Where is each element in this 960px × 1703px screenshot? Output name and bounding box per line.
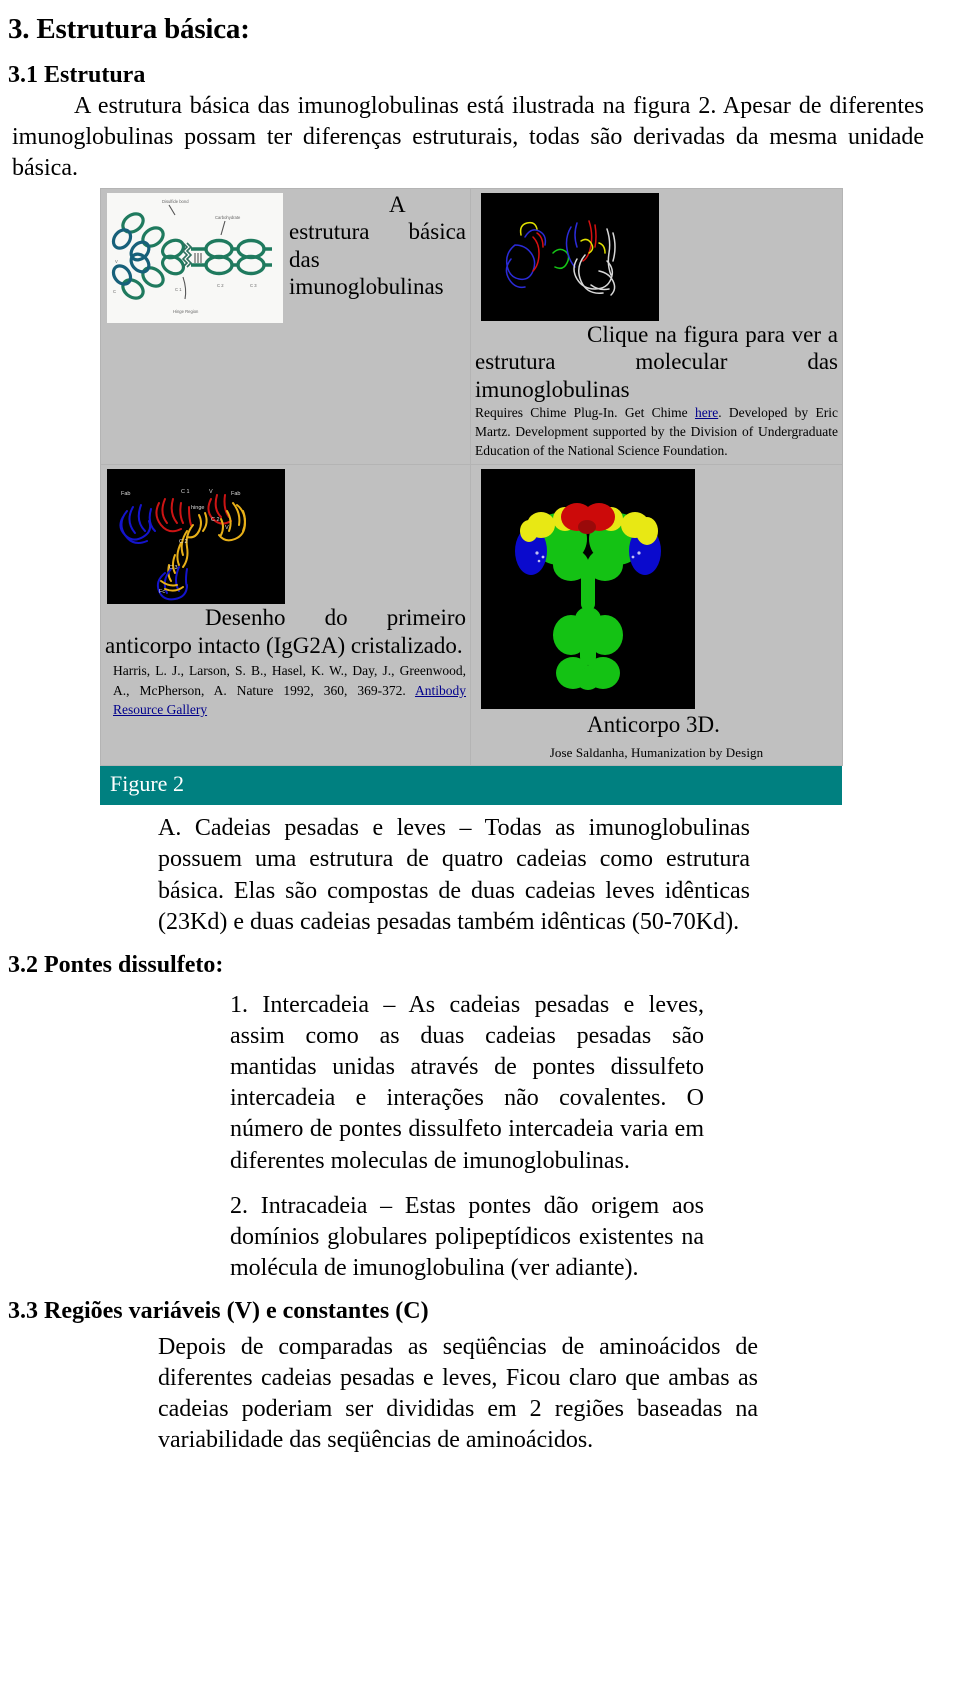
figure-cell-chime: Clique na figura para ver a estrutura mo… — [470, 187, 843, 466]
figure-cell-3d: Anticorpo 3D. Jose Saldanha, Humanizatio… — [470, 464, 843, 766]
svg-text:Carbohydrate: Carbohydrate — [215, 215, 241, 220]
intro-paragraph: A estrutura básica das imunoglobulinas e… — [12, 93, 924, 181]
antibody-3d-space-fill-model-icon[interactable] — [481, 469, 695, 710]
get-chime-link[interactable]: here — [695, 405, 718, 420]
figure-2-table-wrapper: Disulfide bond Carbohydrate Hinge Region… — [100, 187, 843, 766]
svg-text:C 3: C 3 — [169, 565, 178, 571]
fineprint-part-a: Requires Chime Plug-In. Get Chime — [475, 405, 695, 421]
svg-text:V: V — [209, 489, 213, 495]
citation-text: Harris, L. J., Larson, S. B., Hasel, K. … — [113, 663, 466, 698]
block-c-container: Depois de comparadas as seqüências de am… — [158, 1332, 758, 1457]
list-item: 1. Intercadeia – As cadeias pesadas e le… — [230, 991, 704, 1174]
figure-table-row-bottom: Fab Fab C 1 V hinge C 2 V C 2 C 3 Fc Des… — [100, 464, 843, 766]
subsection-heading-3-2: 3.2 Pontes dissulfeto: — [8, 952, 224, 979]
page-title: 3. Estrutura básica: — [8, 13, 250, 45]
svg-text:V: V — [225, 525, 229, 531]
igg2a-crystal-ribbon-diagram-icon[interactable]: Fab Fab C 1 V hinge C 2 V C 2 C 3 Fc — [107, 469, 285, 605]
immunoglobulin-schematic-diagram-icon[interactable]: Disulfide bond Carbohydrate Hinge Region… — [107, 192, 283, 323]
svg-text:C 2: C 2 — [179, 539, 188, 545]
figure-cell-schematic: Disulfide bond Carbohydrate Hinge Region… — [100, 187, 471, 466]
intro-paragraph-container: A estrutura básica das imunoglobulinas e… — [8, 91, 934, 183]
chime-molecular-structure-thumbnail-icon[interactable] — [481, 192, 659, 321]
svg-text:hinge: hinge — [191, 505, 204, 511]
block-a-text: A. Cadeias pesadas e leves – Todas as im… — [158, 815, 750, 935]
svg-text:V: V — [115, 259, 118, 264]
svg-text:Fc: Fc — [159, 589, 165, 595]
svg-text:Hinge Region: Hinge Region — [173, 309, 199, 314]
block-c-text: Depois de comparadas as seqüências de am… — [158, 1333, 758, 1454]
svg-text:C 2: C 2 — [211, 517, 220, 523]
svg-text:Fab: Fab — [231, 491, 240, 497]
figure-table-row-top: Disulfide bond Carbohydrate Hinge Region… — [100, 187, 843, 466]
figure-2-table: Disulfide bond Carbohydrate Hinge Region… — [100, 187, 843, 766]
svg-text:C 1: C 1 — [181, 489, 190, 495]
list-item: 2. Intracadeia – Estas pontes dão origem… — [230, 1192, 704, 1282]
figure-caption-bar: Figure 2 — [100, 765, 842, 806]
document-page: 3. Estrutura básica: 3.1 Estrutura A est… — [0, 0, 960, 1457]
svg-text:C 3: C 3 — [250, 283, 257, 288]
figure-credit-3d: Jose Saldanha, Humanization by Design — [549, 744, 764, 760]
svg-text:C 1: C 1 — [175, 287, 182, 292]
subsection-heading-3-1: 3.1 Estrutura — [8, 61, 146, 88]
svg-text:C: C — [113, 289, 116, 294]
dissulfeto-list-container: 1. Intercadeia – As cadeias pesadas e le… — [230, 990, 704, 1285]
block-a-container: A. Cadeias pesadas e leves – Todas as im… — [158, 813, 750, 938]
svg-text:C 2: C 2 — [217, 283, 224, 288]
figure-fineprint-chime: Requires Chime Plug-In. Get Chime here. … — [475, 404, 838, 460]
svg-text:Disulfide bond: Disulfide bond — [162, 199, 189, 204]
figure-citation-ribbon: Harris, L. J., Larson, S. B., Hasel, K. … — [113, 661, 466, 718]
figure-cell-ribbon: Fab Fab C 1 V hinge C 2 V C 2 C 3 Fc Des… — [100, 464, 471, 766]
subsection-heading-3-3: 3.3 Regiões variáveis (V) e constantes (… — [8, 1298, 429, 1325]
svg-text:Fab: Fab — [121, 491, 130, 497]
